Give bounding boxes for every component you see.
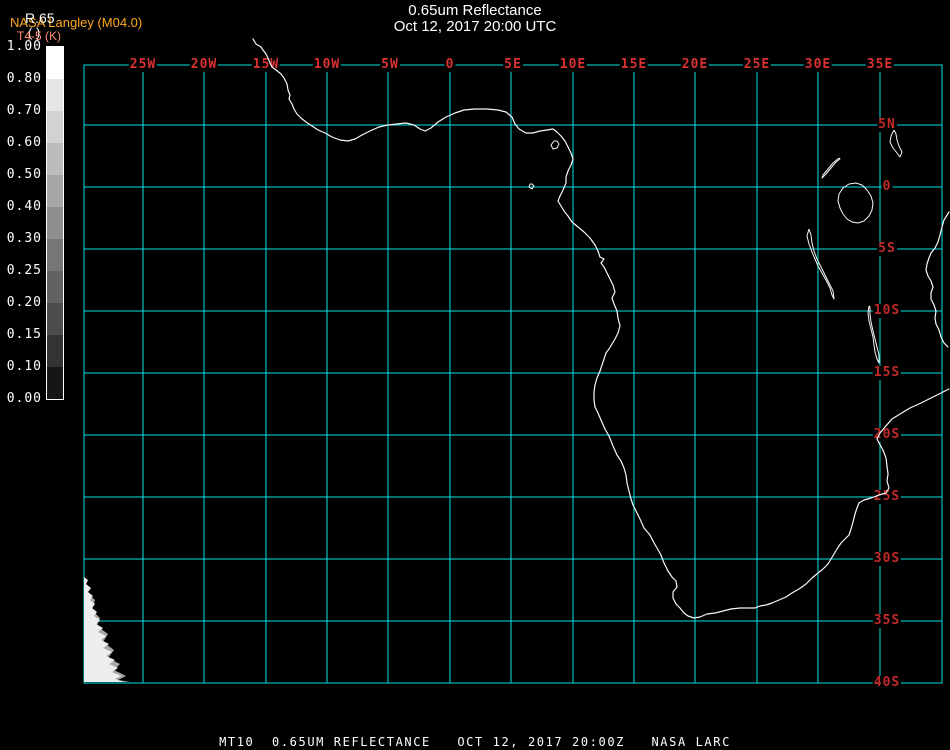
graticule-grid <box>83 64 943 684</box>
longitude-label: 5W <box>380 57 400 72</box>
colorbar-segment <box>47 79 63 111</box>
longitude-label: 25E <box>742 57 772 72</box>
longitude-label: 0 <box>444 57 456 72</box>
longitude-label: 15W <box>251 57 281 72</box>
colorbar-tick-label: 0.10 <box>6 359 42 374</box>
colorbar-segment <box>47 271 63 303</box>
colorbar-segment <box>47 367 63 399</box>
colorbar-tick-label: 0.25 <box>6 263 42 278</box>
latitude-label: 25S <box>872 489 902 504</box>
colorbar-tick-label: 0.15 <box>6 327 42 342</box>
longitude-label: 5E <box>503 57 523 72</box>
coastline-overlay <box>84 38 950 682</box>
colorbar-segment <box>47 111 63 143</box>
longitude-label: 35E <box>865 57 895 72</box>
page-title: 0.65um Reflectance <box>408 2 542 19</box>
latitude-label: 40S <box>872 675 902 690</box>
reflectance-colorbar <box>46 46 64 400</box>
colorbar-segment <box>47 47 63 79</box>
longitude-label: 10W <box>312 57 342 72</box>
colorbar-segment <box>47 335 63 367</box>
latitude-label: 30S <box>872 551 902 566</box>
colorbar-segment <box>47 207 63 239</box>
longitude-label: 30E <box>803 57 833 72</box>
alt-channel-label: T4-5 (K) <box>17 29 62 43</box>
lake-outline <box>889 129 903 158</box>
longitude-label: 10E <box>558 57 588 72</box>
latitude-label: 15S <box>872 365 902 380</box>
colorbar-tick-label: 0.70 <box>6 103 42 118</box>
cloud-field <box>84 577 124 682</box>
map-frame <box>83 64 943 684</box>
coastline <box>925 211 950 348</box>
longitude-label: 20E <box>680 57 710 72</box>
colorbar-segment <box>47 239 63 271</box>
colorbar-tick-label: 0.60 <box>6 135 42 150</box>
lake-outline <box>550 140 560 150</box>
colorbar-tick-label: 0.50 <box>6 167 42 182</box>
latitude-label: 0 <box>881 179 893 194</box>
page-subtitle-timestamp: Oct 12, 2017 20:00 UTC <box>393 18 557 35</box>
colorbar-tick-label: 0.00 <box>6 391 42 406</box>
latitude-label: 35S <box>872 613 902 628</box>
latitude-label: 20S <box>872 427 902 442</box>
satellite-quicklook-image: 0.65um Reflectance Oct 12, 2017 20:00 UT… <box>0 0 950 750</box>
longitude-label: 20W <box>189 57 219 72</box>
colorbar-tick-label: 0.40 <box>6 199 42 214</box>
colorbar-segment <box>47 175 63 207</box>
latitude-label: 5S <box>877 241 897 256</box>
lake-outline <box>806 228 835 300</box>
longitude-label: 25W <box>128 57 158 72</box>
latitude-label: 10S <box>872 303 902 318</box>
lake-outline <box>528 183 535 190</box>
longitude-label: 15E <box>619 57 649 72</box>
lake-outline <box>837 182 874 224</box>
colorbar-tick-label: 0.20 <box>6 295 42 310</box>
latitude-label: 5N <box>877 117 897 132</box>
lake-outline <box>821 157 841 179</box>
colorbar-tick-label: 0.30 <box>6 231 42 246</box>
colorbar-tick-label: 0.80 <box>6 71 42 86</box>
colorbar-segment <box>47 303 63 335</box>
colorbar-segment <box>47 143 63 175</box>
cloud-field <box>84 590 130 682</box>
product-channel-label: R.65 <box>25 10 55 26</box>
footer-caption: MT10 0.65UM REFLECTANCE OCT 12, 2017 20:… <box>219 735 731 749</box>
coastline <box>252 38 950 619</box>
